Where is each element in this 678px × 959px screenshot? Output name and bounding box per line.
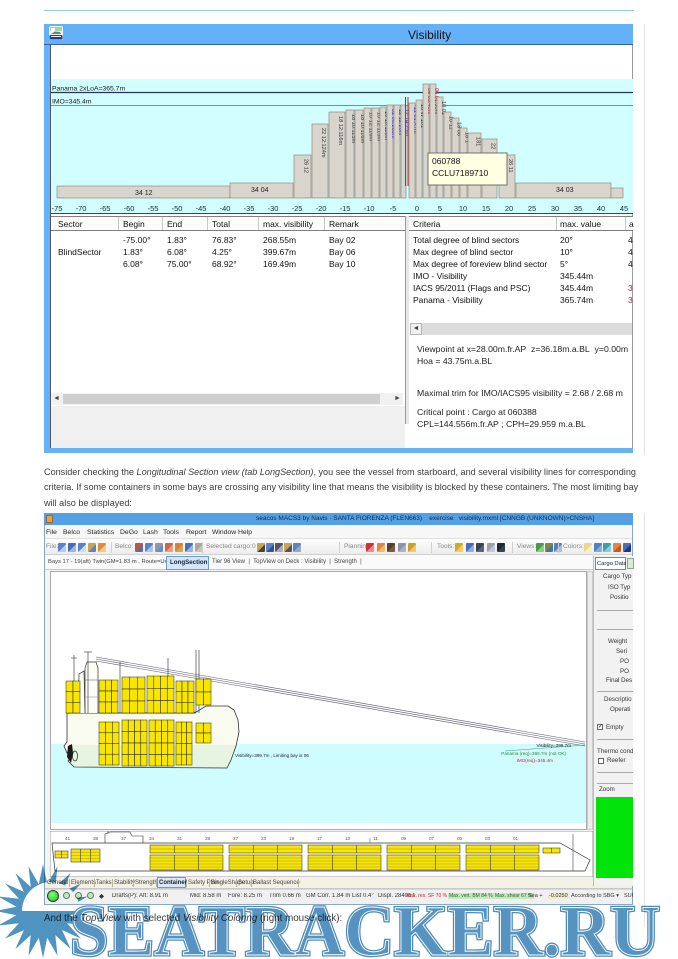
svg-text:-35: -35 xyxy=(244,204,255,213)
svg-text:IMO(req)=345.4m: IMO(req)=345.4m xyxy=(517,758,554,763)
svg-text:Visibility=399.7m , Limiting b: Visibility=399.7m , Limiting bay is 06 xyxy=(235,753,309,758)
svg-text:20: 20 xyxy=(505,204,513,213)
svg-text:15: 15 xyxy=(482,204,490,213)
svg-text:10: 10 xyxy=(459,204,467,213)
svg-text:22 12:124m: 22 12:124m xyxy=(320,128,326,158)
svg-text:-25: -25 xyxy=(292,204,303,213)
svg-text:40: 40 xyxy=(597,204,605,213)
svg-text:-60: -60 xyxy=(124,204,135,213)
svg-text:35: 35 xyxy=(574,204,582,213)
svg-text:37: 37 xyxy=(121,836,127,841)
svg-text:34: 34 xyxy=(149,836,155,841)
svg-text:45: 45 xyxy=(620,204,628,213)
svg-text:38: 38 xyxy=(93,836,99,841)
svg-text:Visibility=399.7m: Visibility=399.7m xyxy=(536,743,571,748)
svg-text:07: 07 xyxy=(429,836,435,841)
svg-text:-70: -70 xyxy=(76,204,87,213)
svg-text:-5: -5 xyxy=(390,204,397,213)
svg-text:-10: -10 xyxy=(364,204,375,213)
svg-text:181: 181 xyxy=(475,137,481,146)
svg-text:31: 31 xyxy=(177,836,183,841)
svg-text:11: 11 xyxy=(373,836,378,841)
svg-text:09: 09 xyxy=(401,836,407,841)
svg-text:13: 13 xyxy=(345,836,351,841)
svg-text:01: 01 xyxy=(513,836,519,841)
svg-text:26 12: 26 12 xyxy=(303,159,309,173)
svg-text:27: 27 xyxy=(233,836,239,841)
svg-text:-15: -15 xyxy=(340,204,351,213)
svg-text:03: 03 xyxy=(485,836,491,841)
svg-text:17: 17 xyxy=(317,836,323,841)
svg-text:22: 22 xyxy=(490,143,496,149)
svg-text:28: 28 xyxy=(205,836,211,841)
svg-text:19: 19 xyxy=(289,836,295,841)
svg-text:-45: -45 xyxy=(196,204,207,213)
svg-text:-55: -55 xyxy=(148,204,159,213)
svg-text:-40: -40 xyxy=(220,204,231,213)
svg-text:IMO=345.4m: IMO=345.4m xyxy=(52,99,92,106)
svg-text:30: 30 xyxy=(551,204,559,213)
svg-text:12 1A:25m: 12 1A:25m xyxy=(404,109,410,136)
svg-text:5: 5 xyxy=(438,204,442,213)
svg-text:-65: -65 xyxy=(100,204,111,213)
svg-text:18 12:116m: 18 12:116m xyxy=(337,116,343,145)
svg-text:-30: -30 xyxy=(268,204,279,213)
svg-text:Panama 2xLoA=365.7m: Panama 2xLoA=365.7m xyxy=(52,86,125,93)
svg-text:05: 05 xyxy=(457,836,463,841)
svg-text:-20: -20 xyxy=(316,204,327,213)
svg-text:-50: -50 xyxy=(172,204,183,213)
svg-text:34 12: 34 12 xyxy=(135,190,153,197)
svg-text:Panama (req)=365.7m (not OK): Panama (req)=365.7m (not OK) xyxy=(501,751,566,756)
svg-text:41: 41 xyxy=(65,836,71,841)
svg-text:060788: 060788 xyxy=(432,156,461,166)
svg-text:26 11: 26 11 xyxy=(507,159,513,173)
svg-text:0: 0 xyxy=(415,204,419,213)
svg-text:34 03: 34 03 xyxy=(556,187,574,194)
svg-text:23: 23 xyxy=(261,836,267,841)
svg-text:34 04: 34 04 xyxy=(251,187,269,194)
svg-text:CCLU7189710: CCLU7189710 xyxy=(432,168,489,178)
svg-text:25: 25 xyxy=(528,204,536,213)
svg-text:SEATRACKER.RU: SEATRACKER.RU xyxy=(70,891,660,959)
svg-text:-75: -75 xyxy=(52,204,63,213)
